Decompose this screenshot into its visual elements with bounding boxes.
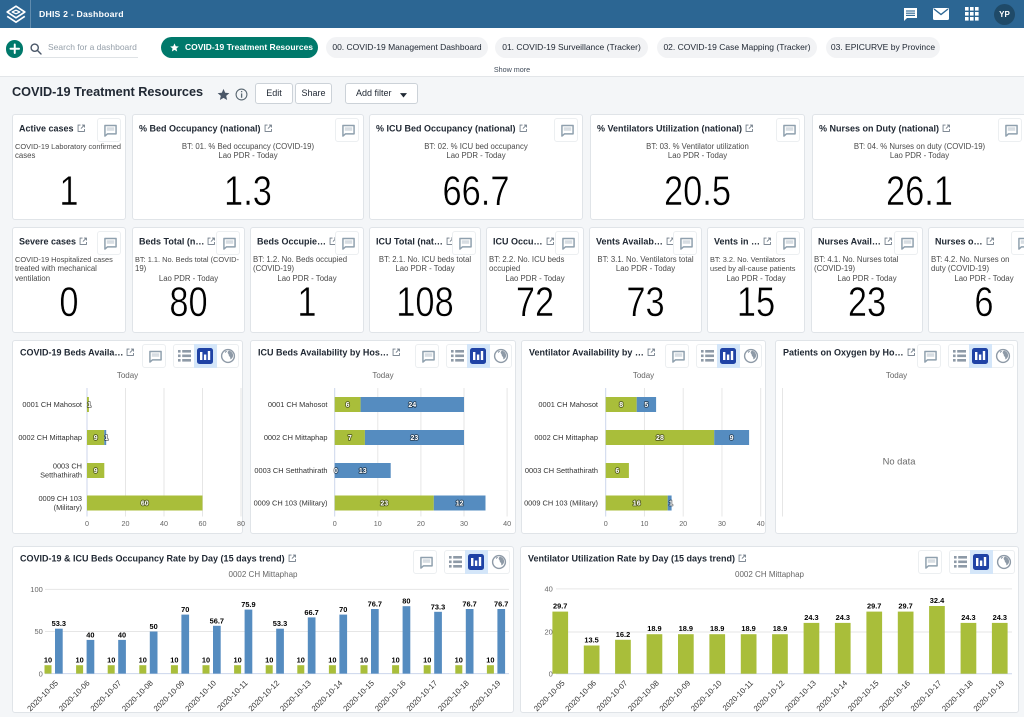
svg-text:24.3: 24.3 (961, 613, 975, 622)
svg-text:2020-10-08: 2020-10-08 (626, 679, 661, 714)
svg-text:2020-10-05: 2020-10-05 (532, 678, 567, 713)
svg-text:2020-10-11: 2020-10-11 (721, 679, 755, 713)
svg-text:32.4: 32.4 (930, 596, 945, 605)
svg-text:2020-10-16: 2020-10-16 (877, 679, 912, 714)
svg-text:29.7: 29.7 (898, 602, 912, 611)
svg-text:2020-10-09: 2020-10-09 (658, 679, 693, 714)
svg-text:2020-10-10: 2020-10-10 (689, 678, 724, 713)
svg-text:29.7: 29.7 (867, 602, 881, 611)
svg-text:24.3: 24.3 (804, 613, 818, 622)
svg-text:18.9: 18.9 (773, 624, 787, 633)
svg-text:18.9: 18.9 (741, 624, 755, 633)
svg-text:0: 0 (549, 669, 553, 678)
svg-text:2020-10-15: 2020-10-15 (846, 678, 881, 713)
svg-text:2020-10-17: 2020-10-17 (909, 679, 944, 714)
svg-text:2020-10-18: 2020-10-18 (940, 679, 975, 714)
svg-text:18.9: 18.9 (647, 624, 661, 633)
svg-text:2020-10-12: 2020-10-12 (752, 679, 787, 714)
svg-text:2020-10-06: 2020-10-06 (563, 679, 598, 714)
svg-text:2020-10-19: 2020-10-19 (972, 679, 1007, 714)
svg-text:16.2: 16.2 (616, 630, 630, 639)
svg-text:2020-10-13: 2020-10-13 (783, 679, 818, 714)
svg-text:40: 40 (544, 585, 552, 594)
svg-text:24.3: 24.3 (993, 613, 1007, 622)
svg-text:20: 20 (544, 628, 552, 637)
svg-text:29.7: 29.7 (553, 602, 567, 611)
svg-text:24.3: 24.3 (836, 613, 850, 622)
svg-text:13.5: 13.5 (584, 635, 598, 644)
svg-text:18.9: 18.9 (710, 624, 724, 633)
svg-text:2020-10-14: 2020-10-14 (815, 678, 850, 713)
svg-text:2020-10-07: 2020-10-07 (595, 679, 630, 714)
svg-text:18.9: 18.9 (679, 624, 693, 633)
